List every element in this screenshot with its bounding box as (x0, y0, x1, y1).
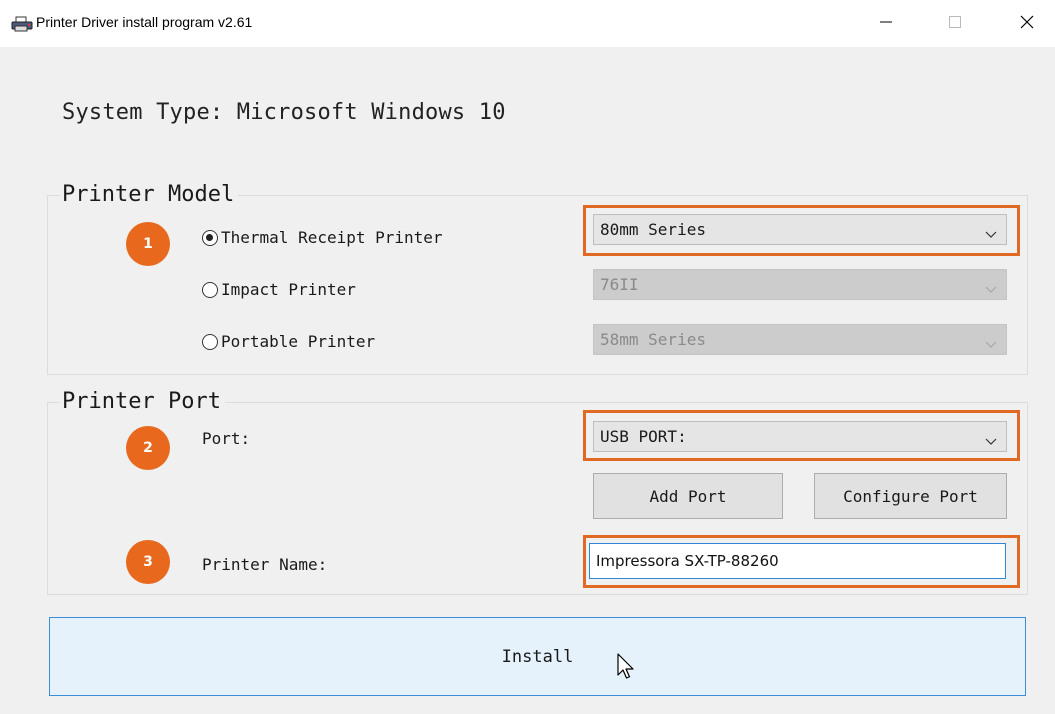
system-type-label: System Type: Microsoft Windows 10 (62, 100, 506, 125)
thermal-series-dropdown[interactable]: 80mm Series (593, 214, 1007, 245)
dropdown-value: USB PORT: (600, 427, 687, 446)
maximize-button[interactable] (927, 0, 983, 47)
maximize-icon (948, 14, 962, 33)
mouse-cursor-icon (617, 653, 635, 681)
radio-thermal-receipt-printer[interactable]: Thermal Receipt Printer (202, 228, 443, 247)
title-bar: Printer Driver install program v2.61 (0, 0, 1055, 47)
portable-series-dropdown: 58mm Series (593, 324, 1007, 355)
radio-button[interactable] (202, 229, 218, 246)
radio-button[interactable] (202, 281, 218, 298)
port-label: Port: (202, 429, 251, 448)
port-dropdown[interactable]: USB PORT: (593, 421, 1007, 452)
step-badge-2: 2 (126, 426, 170, 470)
dropdown-value: 76II (600, 275, 639, 294)
chevron-down-icon (985, 224, 997, 238)
radio-label: Thermal Receipt Printer (221, 228, 443, 247)
radio-label: Portable Printer (221, 332, 376, 351)
printer-name-label: Printer Name: (202, 555, 328, 574)
chevron-down-icon (985, 334, 997, 348)
step-badge-3: 3 (126, 540, 170, 584)
step-badge-1: 1 (126, 222, 170, 266)
printer-port-legend: Printer Port (60, 390, 225, 414)
add-port-button[interactable]: Add Port (593, 473, 783, 519)
configure-port-button[interactable]: Configure Port (814, 473, 1007, 519)
radio-impact-printer[interactable]: Impact Printer (202, 280, 356, 299)
radio-label: Impact Printer (221, 280, 356, 299)
chevron-down-icon (985, 279, 997, 293)
chevron-down-icon (985, 431, 997, 445)
radio-portable-printer[interactable]: Portable Printer (202, 332, 375, 351)
impact-model-dropdown: 76II (593, 269, 1007, 300)
close-icon (1020, 14, 1034, 33)
window-title: Printer Driver install program v2.61 (36, 14, 253, 30)
minimize-button[interactable] (858, 0, 914, 47)
install-button[interactable]: Install (49, 617, 1026, 696)
printer-model-legend: Printer Model (60, 183, 239, 207)
printer-name-input[interactable] (589, 543, 1006, 579)
radio-button[interactable] (202, 333, 218, 350)
dropdown-value: 80mm Series (600, 220, 706, 239)
close-button[interactable] (999, 0, 1055, 47)
dropdown-value: 58mm Series (600, 330, 706, 349)
printer-icon (10, 16, 34, 32)
minimize-icon (879, 14, 893, 33)
